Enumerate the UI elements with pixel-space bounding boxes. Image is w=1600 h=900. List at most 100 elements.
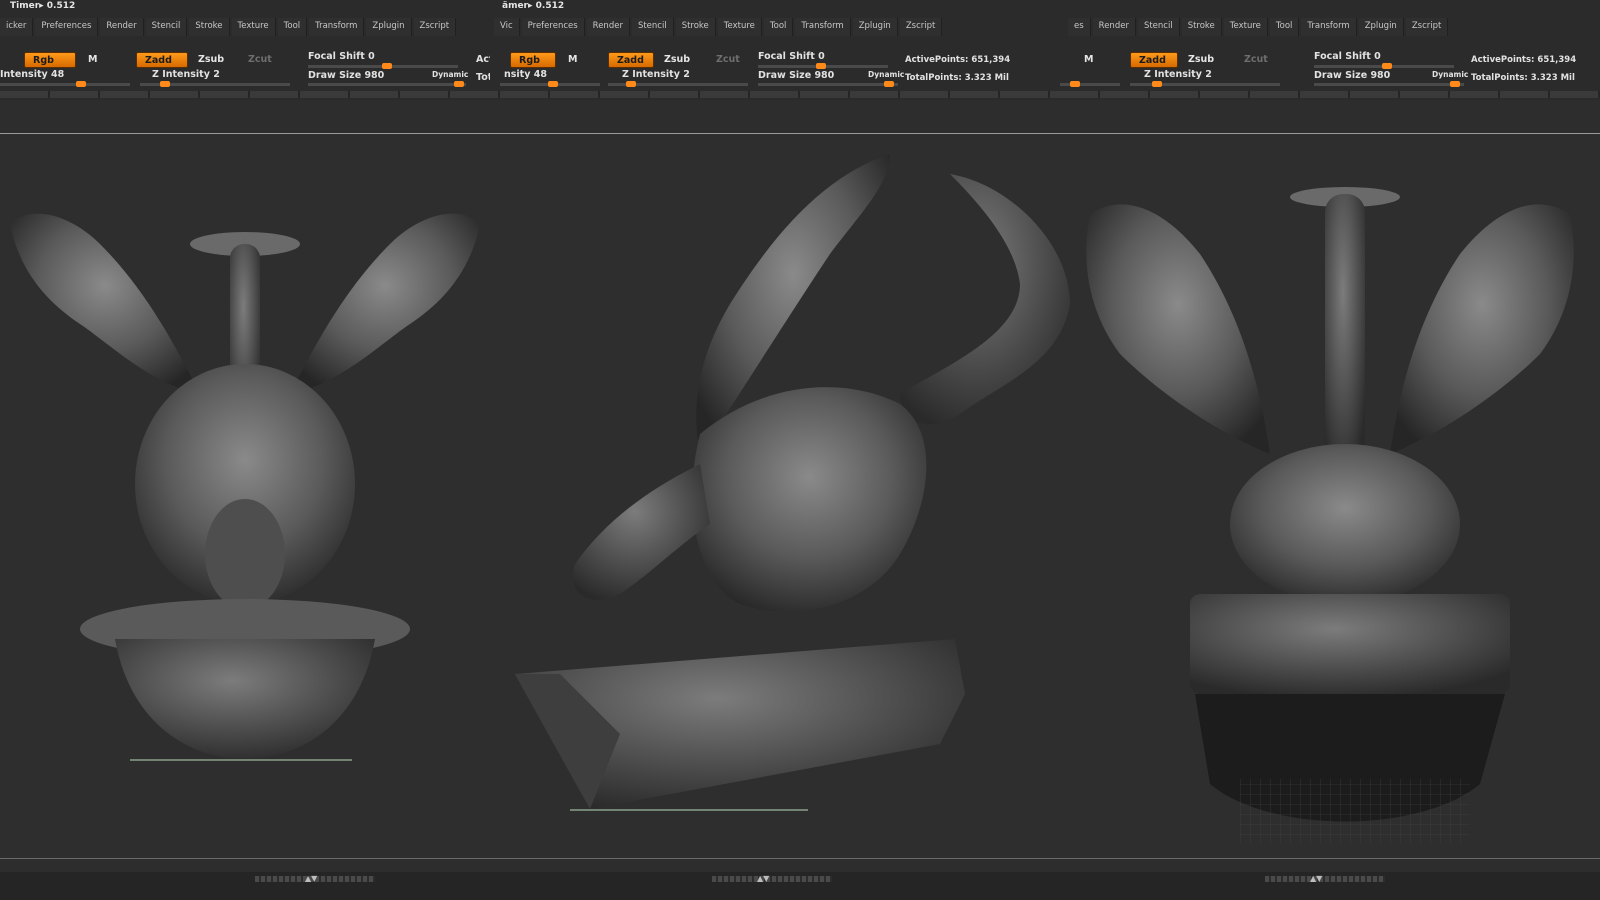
focal-shift-track[interactable] (1314, 63, 1454, 69)
draw-size-track[interactable] (308, 81, 466, 87)
rgb-intensity-knob[interactable] (76, 81, 86, 87)
zsub-button[interactable]: Zsub (190, 52, 232, 68)
toolbar-panel-3: es Render Stencil Stroke Texture Tool Tr… (1060, 0, 1600, 100)
menu-render[interactable]: Render (586, 18, 630, 36)
menu-transform[interactable]: Transform (309, 18, 365, 36)
menu-tool[interactable]: Tool (277, 18, 308, 36)
menu-zscript[interactable]: Zscript (1405, 18, 1449, 36)
menu-preferences[interactable]: Preferences (521, 18, 585, 36)
menu-stroke[interactable]: Stroke (189, 18, 230, 36)
zadd-button[interactable]: Zadd (1130, 52, 1178, 68)
front-view-model[interactable] (10, 213, 480, 761)
menu-preferences[interactable]: Preferences (35, 18, 99, 36)
draw-size-slider[interactable]: Draw Size 980 (1314, 70, 1390, 81)
focal-shift-slider[interactable]: Focal Shift 0 (308, 51, 375, 62)
menu-render[interactable]: Render (1092, 18, 1136, 36)
zsub-button[interactable]: Zsub (656, 52, 698, 68)
tray-handle-right[interactable] (1265, 876, 1385, 882)
draw-size-track[interactable] (1314, 81, 1464, 87)
zcut-button[interactable]: Zcut (240, 52, 280, 68)
side-view-model[interactable] (515, 154, 1070, 811)
menu-zplugin[interactable]: Zplugin (1358, 18, 1404, 36)
focal-shift-knob[interactable] (816, 63, 826, 69)
menu-texture[interactable]: Texture (717, 18, 762, 36)
dynamic-toggle[interactable]: Dynamic (868, 70, 904, 79)
left-wing (10, 213, 200, 394)
dynamic-toggle[interactable]: Dynamic (432, 70, 468, 79)
menu-texture[interactable]: Texture (231, 18, 276, 36)
z-intensity-track[interactable] (1130, 81, 1280, 87)
zadd-button[interactable]: Zadd (136, 52, 188, 68)
draw-size-track[interactable] (758, 81, 898, 87)
menu-transform[interactable]: Transform (1301, 18, 1357, 36)
rgb-intensity-knob[interactable] (1070, 81, 1080, 87)
focal-shift-knob[interactable] (1382, 63, 1392, 69)
rgb-button[interactable]: Rgb (510, 52, 556, 68)
menu-zscript[interactable]: Zscript (899, 18, 943, 36)
menu-tool[interactable]: Tool (1269, 18, 1300, 36)
draw-size-slider[interactable]: Draw Size 980 (758, 70, 834, 81)
z-intensity-track[interactable] (140, 81, 290, 87)
right-wing (1390, 204, 1574, 454)
3d-viewport[interactable] (0, 134, 1600, 858)
focal-shift-slider[interactable]: Focal Shift 0 (1314, 51, 1381, 62)
menu-stencil[interactable]: Stencil (631, 18, 674, 36)
menu-stencil[interactable]: Stencil (145, 18, 188, 36)
menu-bar: Vic Preferences Render Stencil Stroke Te… (494, 18, 1060, 36)
menu-zscript[interactable]: Zscript (413, 18, 457, 36)
sculpt-canvas[interactable] (0, 134, 1600, 858)
z-intensity-knob[interactable] (1152, 81, 1162, 87)
pedestal-top (1190, 594, 1510, 694)
draw-size-knob[interactable] (884, 81, 894, 87)
z-intensity-slider[interactable]: Z Intensity 2 (152, 69, 220, 80)
m-button[interactable]: M (80, 52, 105, 68)
bottom-tray: ▲▼ ▲▼ ▲▼ (0, 872, 1600, 900)
rgb-intensity-slider[interactable]: nsity 48 (504, 69, 547, 80)
z-intensity-knob[interactable] (626, 81, 636, 87)
focal-shift-knob[interactable] (382, 63, 392, 69)
z-intensity-slider[interactable]: Z Intensity 2 (622, 69, 690, 80)
z-intensity-track[interactable] (608, 81, 748, 87)
menu-zplugin[interactable]: Zplugin (852, 18, 898, 36)
zcut-button[interactable]: Zcut (708, 52, 748, 68)
dynamic-toggle[interactable]: Dynamic (1432, 70, 1468, 79)
menu-picker[interactable]: icker (0, 18, 34, 36)
rgb-intensity-slider[interactable]: Intensity 48 (0, 69, 64, 80)
rgb-intensity-track[interactable] (500, 81, 600, 87)
menu-render[interactable]: Render (100, 18, 144, 36)
left-wing (1086, 204, 1270, 454)
z-intensity-knob[interactable] (160, 81, 170, 87)
rgb-intensity-knob[interactable] (548, 81, 558, 87)
chevron-up-down-icon[interactable]: ▲▼ (1310, 874, 1322, 883)
menu-view[interactable]: Vic (494, 18, 520, 36)
zcut-button[interactable]: Zcut (1236, 52, 1276, 68)
rgb-button[interactable]: Rgb (24, 52, 76, 68)
draw-size-knob[interactable] (1450, 81, 1460, 87)
chevron-up-down-icon[interactable]: ▲▼ (757, 874, 769, 883)
zsub-button[interactable]: Zsub (1180, 52, 1222, 68)
m-button[interactable]: M (1076, 52, 1101, 68)
menu-transform[interactable]: Transform (795, 18, 851, 36)
head (572, 464, 710, 600)
menu-texture[interactable]: Texture (1223, 18, 1268, 36)
focal-shift-slider[interactable]: Focal Shift 0 (758, 51, 825, 62)
m-button[interactable]: M (560, 52, 585, 68)
menu-tool[interactable]: Tool (763, 18, 794, 36)
focal-shift-track[interactable] (308, 63, 458, 69)
menu-stroke[interactable]: Stroke (675, 18, 716, 36)
menu-zplugin[interactable]: Zplugin (366, 18, 412, 36)
draw-size-knob[interactable] (454, 81, 464, 87)
draw-size-slider[interactable]: Draw Size 980 (308, 70, 384, 81)
zadd-button[interactable]: Zadd (608, 52, 654, 68)
right-wing (290, 213, 480, 394)
z-intensity-slider[interactable]: Z Intensity 2 (1144, 69, 1212, 80)
rgb-intensity-track[interactable] (0, 81, 130, 87)
focal-shift-track[interactable] (758, 63, 888, 69)
tray-handle-center[interactable] (712, 876, 832, 882)
rgb-intensity-track[interactable] (1060, 81, 1120, 87)
menu-stroke[interactable]: Stroke (1181, 18, 1222, 36)
menu-preferences[interactable]: es (1068, 18, 1091, 36)
menu-stencil[interactable]: Stencil (1137, 18, 1180, 36)
chevron-up-down-icon[interactable]: ▲▼ (305, 874, 317, 883)
back-view-model[interactable] (1086, 187, 1574, 844)
